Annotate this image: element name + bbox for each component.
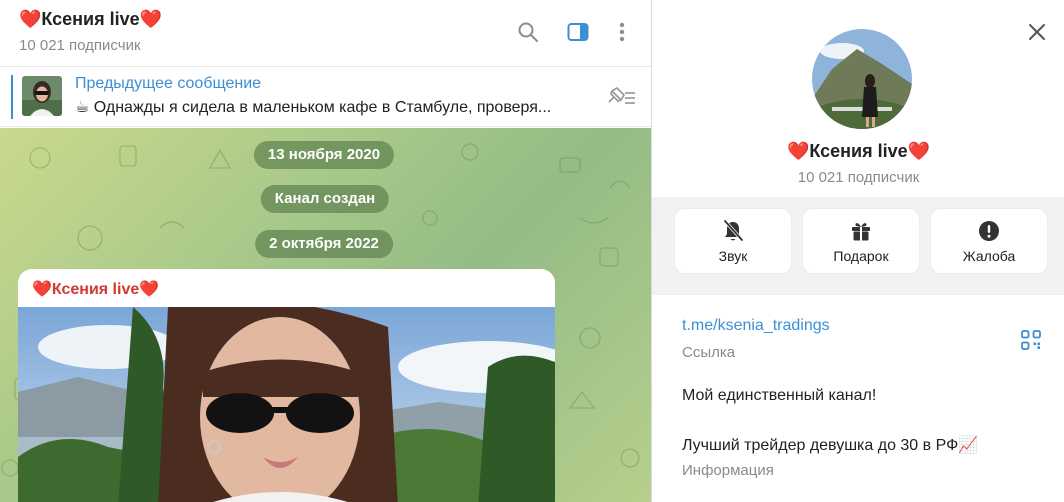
channel-avatar[interactable] — [812, 29, 912, 129]
more-vertical-icon — [619, 22, 625, 42]
message-photo[interactable] — [18, 307, 555, 502]
search-icon — [518, 22, 538, 42]
pinned-title: Предыдущее сообщение — [75, 75, 262, 92]
description-caption: Информация — [682, 462, 774, 479]
report-icon — [979, 221, 999, 241]
pinned-accent-bar — [11, 75, 13, 119]
more-menu-button[interactable] — [608, 18, 636, 46]
telegram-window: ❤️Ксения live❤️ 10 021 подписчик Предыду… — [0, 0, 1064, 502]
report-button[interactable]: Жалоба — [931, 209, 1047, 273]
date-separator: 13 ноября 2020 — [253, 141, 395, 169]
pinned-thumbnail — [22, 76, 62, 116]
qr-code-icon — [1021, 330, 1041, 350]
gift-button[interactable]: Подарок — [803, 209, 919, 273]
mute-label: Звук — [718, 248, 748, 264]
pinned-preview-text: ☕ Однажды я сидела в маленьком кафе в Ст… — [75, 99, 552, 116]
close-panel-button[interactable] — [1024, 19, 1050, 45]
sidebar-panel-icon — [567, 23, 589, 41]
qr-code-button[interactable] — [1018, 327, 1044, 353]
pin-list-icon — [608, 87, 635, 104]
gift-label: Подарок — [833, 248, 889, 264]
pinned-message-bar[interactable]: Предыдущее сообщение ☕ Однажды я сидела … — [0, 67, 651, 127]
report-label: Жалоба — [962, 248, 1016, 264]
bell-off-icon — [723, 219, 744, 242]
chat-title: ❤️Ксения live❤️ — [19, 9, 163, 29]
chat-subscriber-count: 10 021 подписчик — [19, 37, 141, 54]
gift-icon — [852, 223, 870, 241]
message-author[interactable]: ❤️Ксения live❤️ — [32, 279, 159, 299]
close-icon — [1029, 24, 1045, 40]
chat-header[interactable]: ❤️Ксения live❤️ 10 021 подписчик — [0, 0, 651, 67]
channel-details: t.me/ksenia_tradings Ссылка Мой единстве… — [652, 295, 1064, 502]
description-line-2: Лучший трейдер девушка до 30 в РФ📈 — [682, 437, 979, 454]
toggle-sidebar-button[interactable] — [564, 18, 592, 46]
mute-button[interactable]: Звук — [675, 209, 791, 273]
date-separator: 2 октября 2022 — [255, 230, 393, 258]
channel-subscriber-count: 10 021 подписчик — [797, 169, 920, 186]
channel-info-panel: ❤️Ксения live❤️ 10 021 подписчик Звук По… — [651, 0, 1064, 502]
service-message: Канал создан — [260, 185, 390, 213]
pinned-list-button[interactable] — [602, 83, 638, 111]
search-button[interactable] — [514, 18, 542, 46]
message-bubble[interactable]: ❤️Ксения live❤️ — [18, 269, 555, 502]
link-caption: Ссылка — [682, 344, 736, 361]
channel-link[interactable]: t.me/ksenia_tradings — [682, 317, 830, 335]
channel-name: ❤️Ксения live❤️ — [786, 141, 931, 161]
chat-pane: ❤️Ксения live❤️ 10 021 подписчик Предыду… — [0, 0, 651, 502]
description-line-1: Мой единственный канал! — [682, 387, 877, 404]
profile-header: ❤️Ксения live❤️ 10 021 подписчик Звук По… — [652, 0, 1064, 293]
